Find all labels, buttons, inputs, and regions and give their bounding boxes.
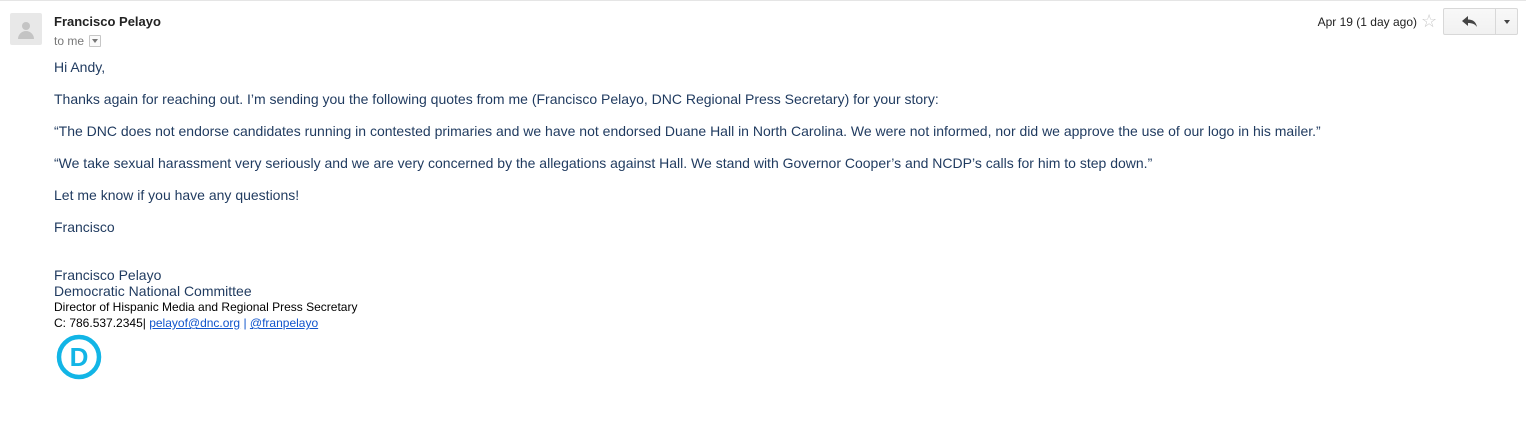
- email-closing: Let me know if you have any questions!: [54, 187, 300, 203]
- show-details-chevron-icon[interactable]: [89, 35, 102, 47]
- signature-name: Francisco Pelayo: [54, 267, 162, 283]
- signature-twitter-link[interactable]: @franpelayo: [250, 316, 318, 330]
- message-date: Apr 19 (1 day ago): [1317, 15, 1417, 29]
- avatar-shoulders-shape: [18, 31, 34, 39]
- chevron-down-icon: [1503, 19, 1510, 24]
- email-signoff: Francisco: [54, 219, 115, 235]
- recipient-line: to me: [54, 34, 102, 48]
- more-actions-button[interactable]: [1496, 8, 1518, 35]
- email-paragraph-intro: Thanks again for reaching out. I’m sendi…: [54, 91, 939, 107]
- reply-button[interactable]: [1443, 8, 1496, 35]
- signature-separator: |: [240, 316, 250, 330]
- sender-name[interactable]: Francisco Pelayo: [54, 14, 161, 29]
- signature-phone: C: 786.537.2345: [54, 316, 143, 330]
- reply-icon: [1461, 15, 1477, 27]
- star-icon[interactable]: ☆: [1421, 10, 1437, 32]
- signature-contact: C: 786.537.2345| pelayof@dnc.org | @fran…: [54, 316, 318, 330]
- message-actions: [1443, 8, 1518, 35]
- avatar-head-shape: [22, 22, 30, 30]
- email-quote-1: “The DNC does not endorse candidates run…: [54, 123, 1321, 139]
- signature-organization: Democratic National Committee: [54, 283, 252, 299]
- recipient-text: to me: [54, 34, 85, 48]
- email-quote-2: “We take sexual harassment very seriousl…: [54, 155, 1153, 171]
- email-greeting: Hi Andy,: [54, 59, 106, 75]
- dnc-logo-letter: D: [70, 342, 89, 372]
- sender-avatar[interactable]: [10, 13, 42, 45]
- header-divider: [0, 0, 1526, 1]
- signature-title: Director of Hispanic Media and Regional …: [54, 300, 358, 314]
- dnc-logo: D: [56, 334, 102, 380]
- signature-email-link[interactable]: pelayof@dnc.org: [149, 316, 240, 330]
